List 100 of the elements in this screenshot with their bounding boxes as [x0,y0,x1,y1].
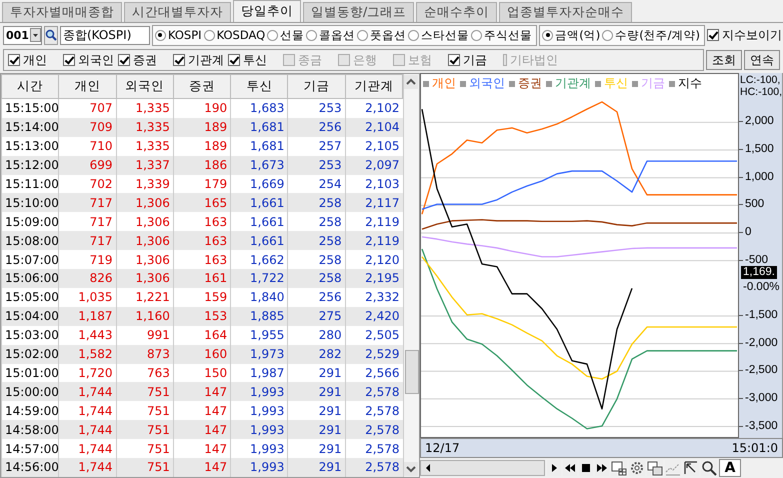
column-header: 외국인 [116,74,174,98]
table-cell: 15:00:00 [2,382,59,402]
table-cell: 1,673 [230,156,288,175]
table-cell: 15:02:00 [2,344,59,364]
scroll-down-icon [404,462,418,476]
action-button[interactable]: 연속 [744,50,780,70]
column-header: 시간 [2,74,59,98]
range-label: LC:-100, [740,74,780,86]
investor-checkbox[interactable]: 개인 [8,52,63,68]
table-cell: 2,529 [345,344,403,364]
unit-radio[interactable]: 금액(억) [542,28,600,42]
dropdown-icon [30,28,41,42]
text-tool-button[interactable]: A [719,459,741,477]
table-cell: 161 [173,269,231,288]
axis-tick-label: 500 [745,197,764,212]
action-button[interactable]: 조회 [706,50,742,70]
zoom-icon[interactable] [701,460,717,476]
show-index-checkbox[interactable]: 지수보이기 [707,26,782,44]
table-cell: 1,722 [230,269,288,288]
table-cell: 2,119 [345,231,403,250]
table-cell: 253 [288,156,346,175]
table-cell: 15:10:00 [2,193,59,212]
horizontal-scrollbar[interactable] [420,460,545,476]
current-value-label: 1,169. [741,266,777,279]
search-button[interactable] [44,26,58,44]
table-cell: 258 [288,231,346,250]
table-cell: 751 [116,420,174,440]
column-header: 투신 [230,74,288,98]
axis-tick-label: 1,500 [745,142,774,156]
table-cell: 1,306 [116,231,174,250]
tab[interactable]: 당일추이 [233,0,301,22]
table-cell: 14:56:00 [2,458,59,477]
table-cell: 1,993 [230,420,288,440]
table-cell: 1,582 [58,344,116,364]
axis-tick-label: 2,000 [745,114,774,128]
market-radio[interactable]: KOSPI [154,28,202,42]
overlap-windows-icon[interactable] [647,460,663,476]
investor-checkbox[interactable]: 외국인 [63,52,118,68]
table-cell: 189 [173,118,231,137]
table-cell: 15:04:00 [2,306,59,326]
legend-item: 개인 [423,75,456,92]
investor-checkbox[interactable]: 투신 [228,52,283,68]
time-label: 15:01:0 [732,441,778,455]
table-cell: 1,973 [230,344,288,364]
date-label: 12/17 [425,441,460,455]
legend-item: 외국인 [460,75,505,92]
table-cell: 291 [288,458,346,477]
table-cell: 1,335 [116,118,174,137]
table-cell: 717 [58,193,116,212]
investor-checkbox[interactable]: 증권 [118,52,173,68]
tab[interactable]: 시간대별투자자 [124,2,231,22]
change-label: -0.00% [743,281,780,294]
tab[interactable]: 업종별투자자순매수 [499,2,632,22]
table-cell: 1,160 [116,306,174,326]
table-cell: 1,187 [58,306,116,326]
scroll-thumb[interactable] [405,350,419,394]
table-cell: 147 [173,420,231,440]
market-radio[interactable]: 선물 [267,28,304,42]
table-cell: 751 [116,458,174,477]
axis-tick-label: -1,500 [745,308,778,322]
market-radio[interactable]: KOSDAQ [204,28,266,42]
investor-checkbox[interactable]: 기금 [448,52,503,68]
investor-checkbox[interactable]: 기관계 [173,52,228,68]
code-combo[interactable]: 001 [3,26,42,44]
table-cell: 165 [173,193,231,212]
table-cell: 2,578 [345,420,403,440]
unit-radio[interactable]: 수량(천주/계약) [602,28,700,42]
table-cell: 153 [173,306,231,326]
market-radio[interactable]: 콜옵션 [306,28,356,42]
table-cell: 160 [173,344,231,364]
window-grid-icon[interactable] [611,460,627,476]
gear-icon[interactable] [629,460,645,476]
tab[interactable]: 투자자별매매종합 [2,2,122,22]
search-icon [44,29,57,41]
axis-tick-label: -3,500 [745,418,778,433]
legend-item: 투신 [595,75,628,92]
axis-tick-label: 1,000 [745,170,774,184]
table-cell: 258 [288,269,346,288]
axis-tick-label: 0 [745,224,752,239]
table-cell: 699 [58,156,116,175]
scroll-left-icon [424,463,432,473]
market-radio[interactable]: 스타선물 [408,28,470,42]
tab[interactable]: 순매수추이 [416,2,498,22]
table-cell: 282 [288,344,346,364]
table-cell: 717 [58,231,116,250]
table-cell: 1,661 [230,231,288,250]
table-cell: 751 [116,382,174,402]
table-cell: 291 [288,420,346,440]
table-cell: 258 [288,193,346,212]
axis-tick-label: -500 [745,252,768,267]
market-name-field[interactable]: 종합(KOSPI) [60,26,150,44]
table-cell: 15:14:00 [2,118,59,137]
market-radio[interactable]: 풋옵션 [357,28,406,42]
market-radio[interactable]: 주식선물 [471,28,532,42]
table-cell: 14:58:00 [2,420,59,440]
table-cell: 1,744 [58,458,116,477]
vertical-scrollbar[interactable] [403,74,419,477]
tab[interactable]: 일별동향/그래프 [303,2,414,22]
column-header: 기금 [288,74,346,98]
table-cell: 147 [173,458,231,477]
